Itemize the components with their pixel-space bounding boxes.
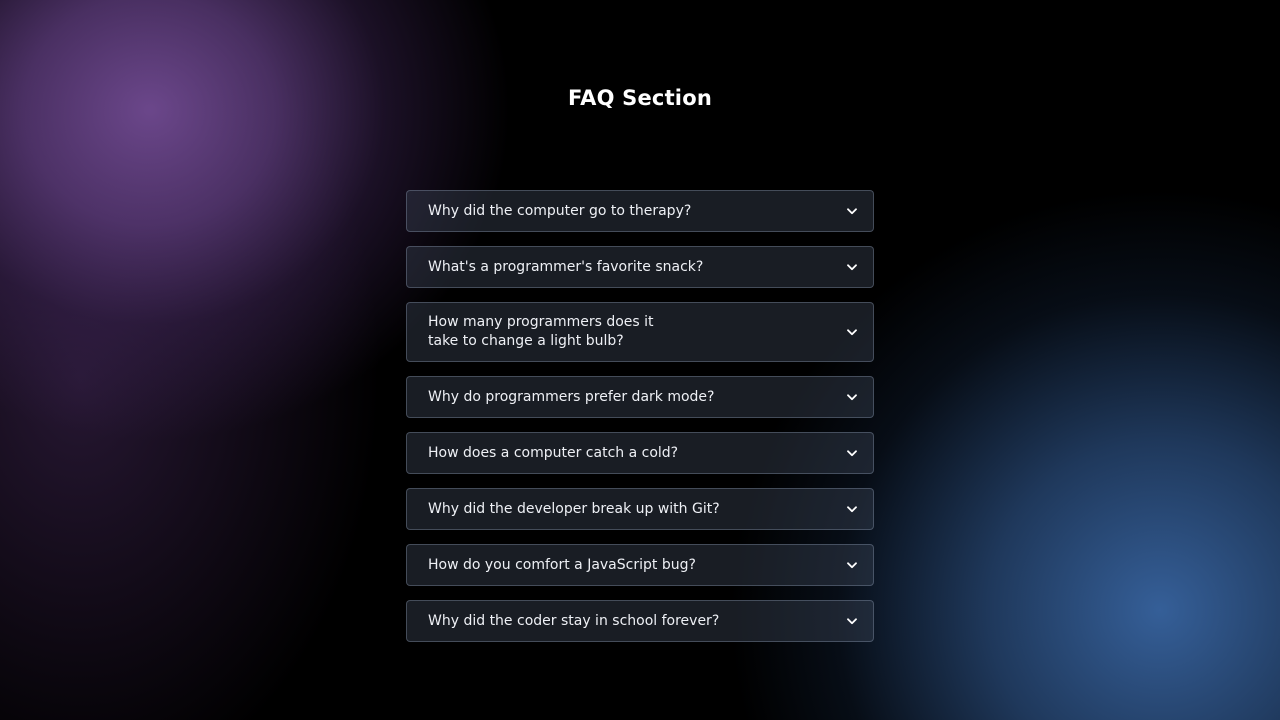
faq-item[interactable]: Why did the coder stay in school forever… xyxy=(406,600,874,642)
faq-item[interactable]: How do you comfort a JavaScript bug? xyxy=(406,544,874,586)
faq-question: How does a computer catch a cold? xyxy=(428,444,679,461)
chevron-down-icon[interactable] xyxy=(845,614,859,628)
faq-question: Why did the developer break up with Git? xyxy=(428,500,720,517)
faq-list: Why did the computer go to therapy? What… xyxy=(406,190,874,656)
faq-item[interactable]: Why do programmers prefer dark mode? xyxy=(406,376,874,418)
faq-item[interactable]: Why did the computer go to therapy? xyxy=(406,190,874,232)
faq-question: What's a programmer's favorite snack? xyxy=(428,258,704,275)
chevron-down-icon[interactable] xyxy=(845,325,859,339)
faq-question: Why did the coder stay in school forever… xyxy=(428,612,720,629)
chevron-down-icon[interactable] xyxy=(845,502,859,516)
chevron-down-icon[interactable] xyxy=(845,390,859,404)
faq-item[interactable]: How does a computer catch a cold? xyxy=(406,432,874,474)
faq-page: FAQ Section Why did the computer go to t… xyxy=(0,0,1280,720)
chevron-down-icon[interactable] xyxy=(845,558,859,572)
chevron-down-icon[interactable] xyxy=(845,204,859,218)
page-title: FAQ Section xyxy=(568,86,712,110)
faq-question: How many programmers does it take to cha… xyxy=(428,314,654,349)
chevron-down-icon[interactable] xyxy=(845,446,859,460)
faq-item[interactable]: Why did the developer break up with Git? xyxy=(406,488,874,530)
faq-question: How do you comfort a JavaScript bug? xyxy=(428,556,696,573)
chevron-down-icon[interactable] xyxy=(845,260,859,274)
faq-question: Why do programmers prefer dark mode? xyxy=(428,388,715,405)
faq-question: Why did the computer go to therapy? xyxy=(428,202,692,219)
faq-item[interactable]: How many programmers does it take to cha… xyxy=(406,302,874,362)
faq-item[interactable]: What's a programmer's favorite snack? xyxy=(406,246,874,288)
